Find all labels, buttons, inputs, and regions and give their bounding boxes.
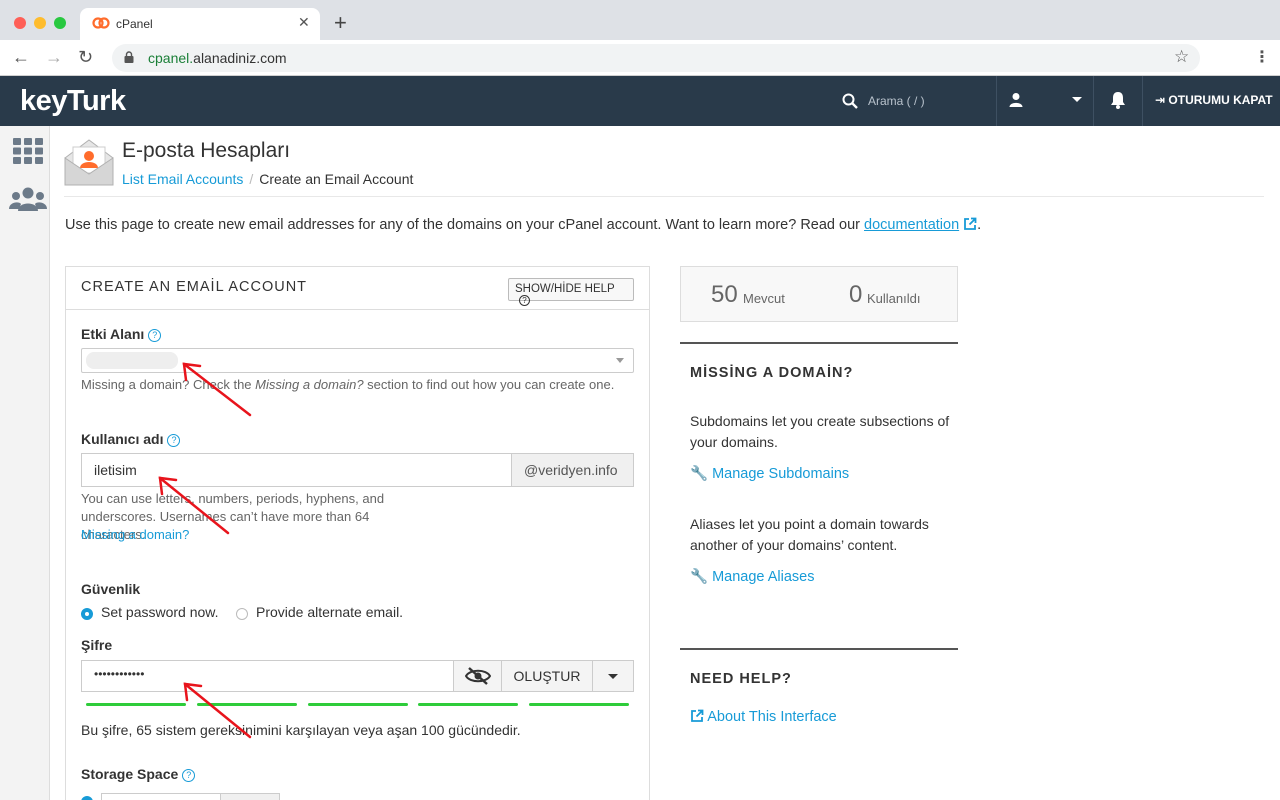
reload-icon[interactable]: ↻ [78,47,93,68]
blurred-domain-value [86,352,178,369]
help-circle-icon[interactable]: ? [182,769,196,782]
left-sidebar [0,126,50,800]
username-domain-suffix: @veridyen.info [511,453,634,487]
panel-header: CREATE AN EMAİL ACCOUNT SHOW/HİDE HELP ? [66,267,649,310]
page-title: E-posta Hesapları [122,139,291,162]
used-label: Kullanıldı [867,291,921,306]
forward-icon[interactable]: → [45,47,63,68]
strength-segment [308,703,408,706]
apps-grid-icon[interactable] [13,138,43,164]
chevron-down-icon[interactable] [1072,97,1082,102]
breadcrumb-list-email-accounts[interactable]: List Email Accounts [122,171,243,187]
top-header: keyTurk Arama ( / ) ⇥ OTURUMU KAPAT [0,76,1280,126]
missing-domain-link[interactable]: Missing a domain? [81,527,189,542]
header-divider-line [64,196,1264,197]
missing-domain-heading: MİSSİNG A DOMAİN? [690,365,854,381]
lock-icon [124,51,134,63]
brand-logo[interactable]: keyTurk [20,85,126,118]
bell-icon[interactable] [1110,91,1126,109]
search-input[interactable]: Arama ( / ) [868,94,925,108]
domain-label: Etki Alanı? [81,326,162,342]
external-link-icon [691,709,704,722]
storage-space-label: Storage Space? [81,766,196,782]
storage-quota-input[interactable] [101,793,221,800]
manage-aliases-link[interactable]: 🔧 Manage Aliases [690,568,814,585]
radio-set-password-label[interactable]: Set password now. [101,604,219,620]
help-circle-icon[interactable]: ? [148,329,162,342]
user-icon[interactable] [1009,92,1023,108]
password-input[interactable]: •••••••••••• [81,660,454,692]
email-accounts-icon [64,139,114,186]
caret-down-icon [608,674,618,679]
strength-segment [197,703,297,706]
radio-alternate-email-label[interactable]: Provide alternate email. [256,604,403,620]
back-icon[interactable]: ← [12,47,30,68]
available-count: 50 [711,281,738,308]
strength-segment [418,703,518,706]
account-stats-box: 50 Mevcut 0 Kullanıldı [680,266,958,322]
header-divider [1142,76,1143,126]
browser-tab[interactable]: cPanel ✕ [80,8,320,40]
tab-close-icon[interactable]: ✕ [298,14,310,31]
documentation-link[interactable]: documentation [864,217,959,233]
show-hide-help-button[interactable]: SHOW/HİDE HELP ? [508,278,634,306]
password-strength-text: Bu şifre, 65 sistem gereksinimini karşıl… [81,722,521,738]
strength-segment [529,703,629,706]
domain-help-text: Missing a domain? Check the Missing a do… [81,377,615,392]
security-label: Güvenlik [81,581,141,597]
breadcrumb-separator: / [249,171,254,187]
help-circle-icon: ? [519,295,530,306]
need-help-heading: NEED HELP? [690,671,792,687]
generate-password-button[interactable]: OLUŞTUR [501,660,593,692]
window-maximize-button[interactable] [54,17,66,29]
logout-icon: ⇥ [1155,93,1166,107]
available-label: Mevcut [743,291,785,306]
users-icon[interactable] [9,186,47,212]
section-divider [680,342,958,344]
breadcrumb-current: Create an Email Account [259,171,414,187]
chevron-down-icon [616,358,624,363]
manage-subdomains-link[interactable]: 🔧 Manage Subdomains [690,465,849,482]
generate-options-dropdown[interactable] [592,660,634,692]
section-divider [680,648,958,650]
browser-tab-bar: cPanel ✕ + [0,0,1280,40]
wrench-icon: 🔧 [690,466,709,482]
header-divider [1093,76,1094,126]
tab-title: cPanel [116,17,153,31]
username-input[interactable]: iletisim [81,453,512,487]
eye-slash-icon [465,667,491,685]
radio-alternate-email[interactable] [236,608,248,620]
window-minimize-button[interactable] [34,17,46,29]
logout-button[interactable]: ⇥ OTURUMU KAPAT [1155,93,1273,107]
browser-menu-icon[interactable]: ⋮ [1254,47,1270,67]
radio-set-password[interactable] [81,608,93,620]
address-bar: ← → ↻ cpanel.alanadiniz.com ☆ ⋮ [0,40,1280,76]
used-count: 0 [849,281,863,308]
url-text: cpanel.alanadiniz.com [148,50,287,66]
aliases-description: Aliases let you point a domain towards a… [690,516,929,553]
wrench-icon: 🔧 [690,569,709,585]
external-link-icon[interactable] [963,217,977,231]
toggle-password-visibility-button[interactable] [453,660,502,692]
storage-unit-addon [220,793,280,800]
new-tab-button[interactable]: + [334,10,347,36]
about-interface-link[interactable]: About This Interface [690,709,837,725]
subdomains-description: Subdomains let you create subsections of… [690,413,950,450]
cpanel-logo-icon [92,17,110,29]
breadcrumb: List Email Accounts / Create an Email Acco… [122,171,413,187]
domain-select[interactable] [81,348,634,373]
search-icon[interactable] [842,93,858,109]
url-input[interactable]: cpanel.alanadiniz.com ☆ [112,44,1200,72]
intro-text: Use this page to create new email addres… [65,217,982,233]
help-circle-icon[interactable]: ? [167,434,181,447]
password-label: Şifre [81,637,113,653]
username-label: Kullanıcı adı? [81,431,181,447]
window-close-button[interactable] [14,17,26,29]
bookmark-star-icon[interactable]: ☆ [1174,47,1189,67]
panel-title: CREATE AN EMAİL ACCOUNT [81,279,308,295]
strength-segment [86,703,186,706]
header-divider [996,76,997,126]
